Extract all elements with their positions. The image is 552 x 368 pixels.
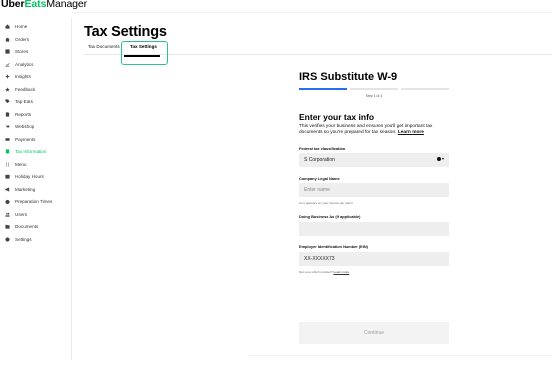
card-icon [3,137,11,142]
sidebar-item-orders[interactable]: Orders [3,34,71,45]
chart-icon [3,62,11,67]
sidebar-item-label: Stores [15,49,29,54]
sidebar-item-analytics[interactable]: Analytics [3,59,71,70]
sidebar-item-tax-information[interactable]: Tax Information [3,146,71,157]
logo-eats: Eats [24,0,47,10]
sidebar-item-reports[interactable]: Reports [3,109,71,120]
sidebar-item-label: Insights [15,74,31,79]
step-progress-bar [299,88,449,90]
star-icon [3,86,11,92]
sidebar-item-holiday-hours[interactable]: Holiday Hours [3,171,71,182]
footer-divider [248,355,552,356]
sidebar-item-label: Users [15,211,27,217]
tax-classification-value: S Corporation [304,157,335,163]
ein-hint-text: Not sure which number? [299,270,333,274]
sidebar-item-label: Settings [15,236,32,242]
calendar-icon [3,174,11,179]
step-label: Step 1 of 3 [365,94,383,98]
uber-eats-manager-logo[interactable]: UberEatsManager [1,0,87,10]
sidebar-item-menu[interactable]: Menu [3,159,71,170]
sidebar-item-label: Analytics [15,61,34,67]
sidebar-item-settings[interactable]: Settings [3,234,71,245]
sidebar-item-label: Holiday Hours [15,174,44,179]
sidebar-item-label: Tap Eats [15,99,33,104]
learn-more-link[interactable]: Learn more [398,130,424,135]
receipt-icon [3,149,11,154]
sidebar-item-label: Tax Information [15,149,47,154]
tab-tax-documents[interactable]: Tax Documents [88,44,120,49]
sidebar-item-label: Documents [15,224,39,229]
sidebar-item-tap-eats[interactable]: Tap Eats [3,96,71,107]
gear-icon [3,236,11,242]
users-icon [3,212,11,217]
sidebar-item-label: Payments [15,136,36,142]
sidebar-item-documents[interactable]: Documents [3,221,71,232]
ein-learn-more-link[interactable]: Learn more [333,270,349,274]
ein-input[interactable]: XX-XXXXX73 [299,252,449,266]
folder-icon [3,224,11,229]
ein-hint: Not sure which number? Learn more [299,270,349,274]
bag-icon [3,37,11,42]
sidebar-item-stores[interactable]: Stores [3,46,71,57]
sidebar-item-label: Menu [15,161,27,167]
ein-label: Employer Identification Number (EIN) [299,244,368,249]
continue-button[interactable]: Continue [299,322,449,344]
page-title: Tax Settings [84,24,167,40]
store-icon [3,49,11,54]
sidebar-nav: Home Orders Stores Analytics Insights Feedbac… [0,18,72,360]
sidebar-item-label: Feedback [15,86,36,92]
header-divider [72,12,552,13]
timer-icon [3,199,11,204]
fork-knife-icon [3,161,11,167]
company-legal-name-input[interactable]: Enter name [299,183,449,197]
sidebar-item-label: Preparation Times [15,199,53,204]
progress-segment [350,88,398,90]
tax-classification-select[interactable]: S Corporation [299,153,449,167]
section-description: This verifies your business and ensures … [299,124,451,137]
company-legal-name-label: Company Legal Name [299,176,340,181]
sidebar-item-home[interactable]: Home [3,21,71,32]
dba-label: Doing Business As (if applicable) [299,214,361,219]
sidebar-item-payments[interactable]: Payments [3,134,71,145]
sidebar-item-marketing[interactable]: Marketing [3,184,71,195]
sidebar-item-webshop[interactable]: Webshop [3,121,71,132]
cart-icon [3,124,11,129]
chevron-down-icon[interactable] [442,158,444,160]
legal-name-hint: As it appears on your income tax return [299,201,353,205]
sidebar-item-label: Webshop [15,124,35,129]
sidebar-item-label: Marketing [15,186,36,192]
sidebar-item-label: Reports [15,111,32,117]
section-heading: Enter your tax info [299,112,375,122]
logo-uber: Uber [1,0,25,10]
tag-icon [3,99,11,104]
document-icon [3,111,11,117]
sidebar-item-label: Home [15,24,28,29]
home-icon [3,24,11,29]
clear-icon[interactable] [436,157,441,161]
sidebar-item-feedback[interactable]: Feedback [3,84,71,95]
sidebar-item-preparation-times[interactable]: Preparation Times [3,196,71,207]
sidebar-item-label: Orders [15,36,30,42]
megaphone-icon [3,186,11,192]
tax-classification-label: Federal tax classification [299,146,346,151]
sparkle-icon [3,74,11,79]
dba-input[interactable] [299,222,449,236]
progress-segment [401,88,449,90]
sidebar-item-users[interactable]: Users [3,209,71,220]
form-title: IRS Substitute W-9 [299,71,398,83]
sidebar-item-insights[interactable]: Insights [3,71,71,82]
progress-segment [299,88,347,90]
tab-highlight-box [121,41,168,65]
logo-manager: Manager [46,0,88,10]
